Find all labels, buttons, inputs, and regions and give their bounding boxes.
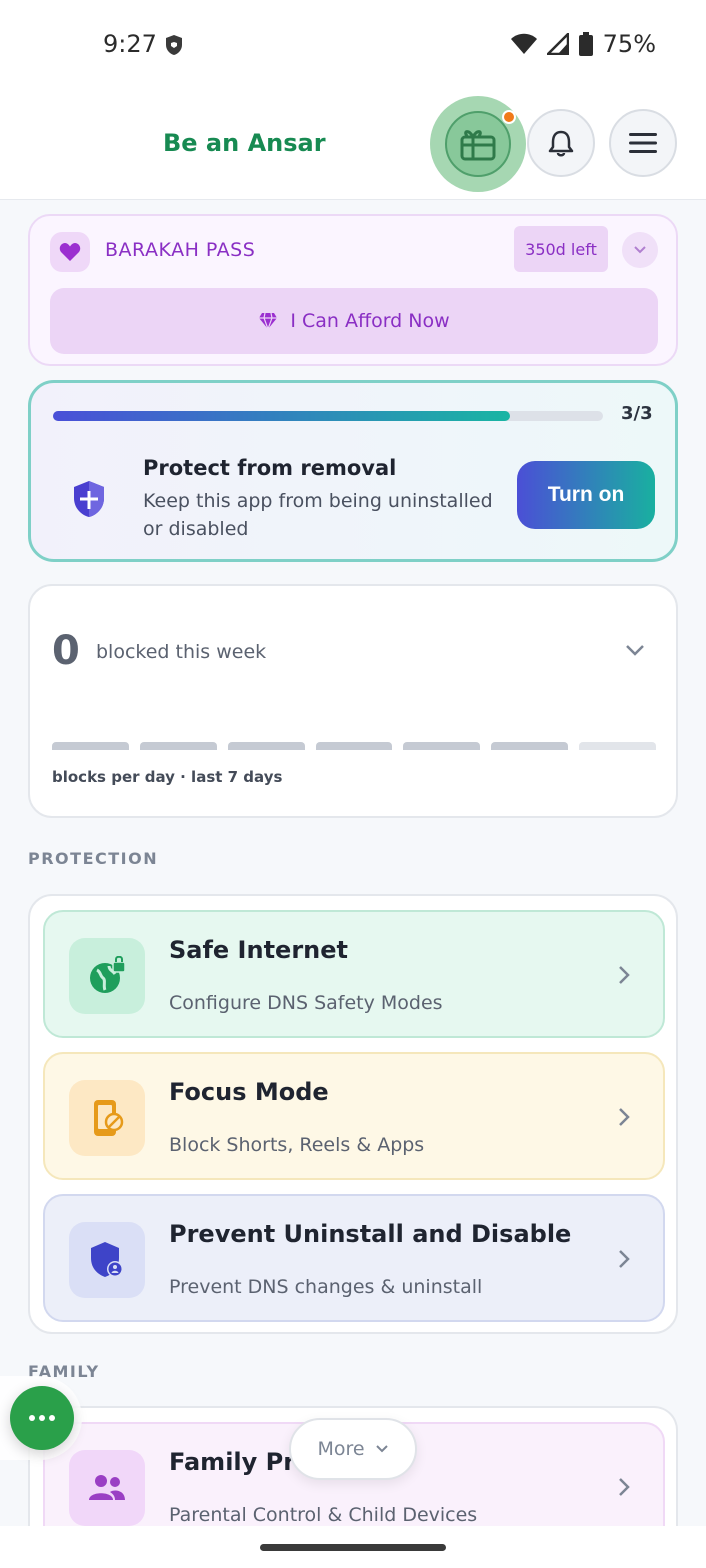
day-bar bbox=[579, 742, 656, 750]
blocked-stats-card[interactable]: 0 blocked this week blocks per day · las… bbox=[28, 584, 678, 818]
setup-progress-bar bbox=[53, 411, 603, 421]
daily-blocks-chart bbox=[52, 742, 656, 752]
feature-subtitle: Prevent DNS changes & uninstall bbox=[169, 1276, 483, 1298]
feature-title: Prevent Uninstall and Disable bbox=[169, 1220, 572, 1248]
blocked-label: blocked this week bbox=[96, 641, 267, 663]
gift-icon bbox=[460, 130, 496, 161]
battery-percent: 75% bbox=[602, 30, 656, 58]
feature-subtitle: Parental Control & Child Devices bbox=[169, 1504, 478, 1526]
safe-internet-icon-frame bbox=[69, 938, 145, 1014]
wifi-icon bbox=[510, 33, 537, 54]
day-bar bbox=[403, 742, 481, 750]
chart-caption: blocks per day · last 7 days bbox=[52, 768, 283, 786]
more-label: More bbox=[317, 1438, 365, 1460]
status-bar: 9:27 75% bbox=[0, 0, 706, 88]
heart-icon-frame bbox=[50, 232, 90, 272]
feature-subtitle: Configure DNS Safety Modes bbox=[169, 992, 443, 1014]
chevron-down-icon bbox=[634, 246, 646, 254]
diamond-icon bbox=[259, 312, 278, 330]
barakah-expand-button[interactable] bbox=[622, 232, 658, 268]
afford-button[interactable]: I Can Afford Now bbox=[50, 288, 658, 354]
day-bar bbox=[227, 742, 305, 750]
more-actions-fab[interactable] bbox=[10, 1386, 74, 1450]
bell-icon bbox=[548, 130, 574, 157]
notification-dot bbox=[502, 110, 516, 124]
status-indicators: 75% bbox=[510, 30, 656, 58]
day-bar bbox=[52, 742, 129, 750]
safe-internet-card[interactable]: Safe Internet Configure DNS Safety Modes bbox=[43, 910, 665, 1038]
family-pro-icon-frame bbox=[69, 1450, 145, 1526]
shield-icon bbox=[74, 481, 104, 517]
protect-title: Protect from removal bbox=[143, 456, 397, 480]
section-protection-label: PROTECTION bbox=[28, 849, 159, 868]
app-header: Be an Ansar bbox=[0, 88, 706, 200]
notifications-button[interactable] bbox=[527, 109, 595, 177]
family-icon bbox=[89, 1475, 125, 1500]
barakah-pass-card: BARAKAH PASS 350d left I Can Afford Now bbox=[28, 214, 678, 366]
shield-user-icon bbox=[91, 1242, 123, 1277]
menu-button[interactable] bbox=[609, 109, 677, 177]
blocked-count: 0 bbox=[52, 628, 80, 674]
signal-icon bbox=[546, 33, 569, 55]
feature-title: Focus Mode bbox=[169, 1078, 329, 1106]
phone-block-icon bbox=[94, 1100, 124, 1136]
globe-lock-icon bbox=[90, 956, 126, 993]
brand-link[interactable]: Be an Ansar bbox=[163, 129, 326, 157]
feature-subtitle: Block Shorts, Reels & Apps bbox=[169, 1134, 425, 1156]
gift-icon-frame bbox=[445, 111, 511, 177]
gift-button[interactable] bbox=[430, 96, 526, 192]
chevron-down-icon bbox=[375, 1445, 388, 1453]
home-gesture-handle[interactable] bbox=[260, 1544, 446, 1551]
protect-description: Keep this app from being uninstalled or … bbox=[143, 490, 493, 540]
prevent-uninstall-icon-frame bbox=[69, 1222, 145, 1298]
chevron-right-icon bbox=[619, 966, 630, 984]
turn-on-button[interactable]: Turn on bbox=[517, 461, 655, 529]
more-dots-icon bbox=[29, 1415, 55, 1421]
protect-removal-card: 3/3 Protect from removal Keep this app f… bbox=[28, 380, 678, 562]
focus-mode-card[interactable]: Focus Mode Block Shorts, Reels & Apps bbox=[43, 1052, 665, 1180]
chevron-right-icon bbox=[619, 1478, 630, 1496]
system-nav-bar bbox=[0, 1526, 706, 1568]
afford-label: I Can Afford Now bbox=[290, 310, 450, 332]
chevron-right-icon bbox=[619, 1108, 630, 1126]
hamburger-icon bbox=[629, 133, 657, 153]
progress-count: 3/3 bbox=[621, 403, 653, 424]
days-left-badge: 350d left bbox=[514, 226, 608, 272]
prevent-uninstall-card[interactable]: Prevent Uninstall and Disable Prevent DN… bbox=[43, 1194, 665, 1322]
focus-mode-icon-frame bbox=[69, 1080, 145, 1156]
protection-group: Safe Internet Configure DNS Safety Modes… bbox=[28, 894, 678, 1334]
more-button[interactable]: More bbox=[289, 1418, 417, 1480]
shield-status-icon bbox=[166, 35, 182, 55]
status-time: 9:27 bbox=[103, 30, 157, 58]
setup-progress-fill bbox=[53, 411, 510, 421]
day-bar bbox=[139, 742, 217, 750]
day-bar bbox=[315, 742, 393, 750]
chevron-down-icon[interactable] bbox=[624, 642, 646, 658]
battery-icon bbox=[578, 32, 593, 56]
chevron-right-icon bbox=[619, 1250, 630, 1268]
day-bar bbox=[491, 742, 569, 750]
barakah-title: BARAKAH PASS bbox=[105, 239, 256, 261]
feature-title: Safe Internet bbox=[169, 936, 348, 964]
heart-icon bbox=[59, 243, 81, 261]
